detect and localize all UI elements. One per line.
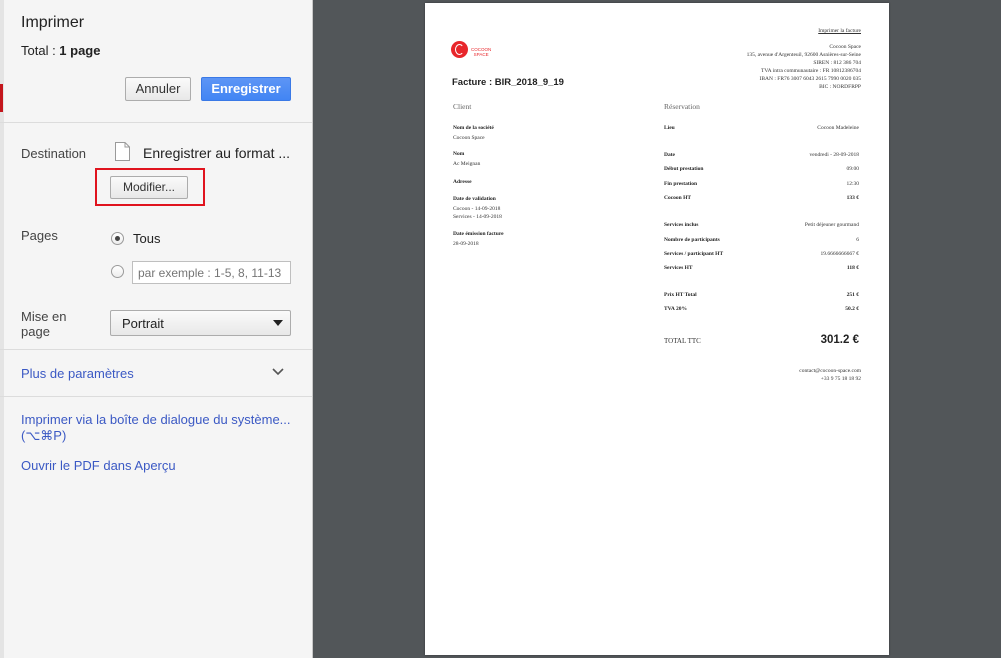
save-button[interactable]: Enregistrer	[201, 77, 291, 101]
cancel-button[interactable]: Annuler	[125, 77, 191, 101]
address-label: Adresse	[453, 179, 472, 185]
divider	[0, 396, 312, 397]
validation-cocoon: Cocoon - 14-09-2018	[453, 206, 501, 212]
reservation-row-value: 19.6666666667 €	[820, 251, 860, 257]
system-dialog-link[interactable]: Imprimer via la boîte de dialogue du sys…	[21, 412, 291, 444]
pages-all-label: Tous	[133, 231, 161, 246]
dialog-title: Imprimer	[21, 14, 85, 31]
contact-email: contact@cocoon-space.com	[799, 368, 861, 374]
layout-label: Mise en page	[21, 309, 67, 339]
more-settings-link[interactable]: Plus de paramètres	[21, 366, 134, 381]
company-line: BIC : NORDFRPP	[819, 84, 861, 90]
reservation-row-label: Fin prestation	[664, 181, 698, 187]
reservation-row-value: Cocoon Madeleine	[817, 125, 859, 131]
reservation-row-value: 12:30	[846, 181, 859, 187]
total-ttc-label: TOTAL TTC	[664, 337, 701, 345]
invoice-preview-page: Imprimer la facture COCOON SPACE Cocoon S…	[425, 3, 889, 655]
reservation-row-value: 251 €	[846, 292, 859, 298]
total-value: 1 page	[59, 43, 101, 58]
reservation-row-value: 09:00	[846, 166, 859, 172]
name-label: Nom	[453, 151, 465, 157]
company-name-value: Cocoon Space	[453, 135, 485, 141]
destination-value: Enregistrer au format ...	[143, 145, 291, 161]
reservation-row-value: 118 €	[846, 265, 859, 271]
company-line: Cocoon Space	[829, 44, 861, 50]
reservation-row-label: Nombre de participants	[664, 237, 720, 243]
reservation-row-value: Petit déjeuner gourmand	[804, 222, 859, 228]
company-line: IBAN : FR76 3007 6043 2615 7990 0020 035	[759, 76, 861, 82]
total-ttc-value: 301.2 €	[820, 334, 859, 346]
reservation-row-label: Services inclus	[664, 222, 699, 228]
pages-custom-radio[interactable]	[111, 265, 124, 278]
layout-select-value: Portrait	[122, 316, 164, 331]
reservation-row-label: TVA 20%	[664, 306, 687, 312]
reservation-row-value: 6	[856, 237, 859, 243]
reservation-heading: Réservation	[664, 102, 700, 111]
print-invoice-link[interactable]: Imprimer la facture	[818, 27, 861, 35]
pages-label: Pages	[21, 228, 58, 243]
company-line: 135, avenue d'Argenteuil, 92600 Asnières…	[746, 52, 861, 58]
contact-phone: +33 9 75 18 18 92	[820, 376, 861, 382]
issue-date-value: 28-09-2018	[453, 241, 479, 247]
issue-date-label: Date émission facture	[453, 231, 504, 237]
pages-all-radio[interactable]	[111, 232, 124, 245]
layout-select[interactable]: Portrait	[110, 310, 291, 336]
cocoon-logo	[451, 41, 468, 58]
logo-text: COCOON SPACE	[471, 47, 492, 57]
dropdown-arrow-icon	[273, 320, 283, 326]
open-pdf-preview-link[interactable]: Ouvrir le PDF dans Aperçu	[21, 458, 176, 473]
highlight-box	[95, 168, 205, 206]
divider	[0, 349, 312, 350]
divider	[0, 122, 312, 123]
client-heading: Client	[453, 102, 472, 111]
total-label: Total :	[21, 43, 60, 58]
destination-label: Destination	[21, 146, 87, 161]
file-icon	[115, 142, 130, 161]
reservation-row-label: Services HT	[664, 265, 693, 271]
reservation-row-value: 133 €	[846, 195, 859, 201]
reservation-row-value: 50.2 €	[845, 306, 859, 312]
invoice-title: Facture : BIR_2018_9_19	[452, 77, 564, 88]
reservation-row-label: Lieu	[664, 125, 675, 131]
reservation-row-label: Début prestation	[664, 166, 704, 172]
company-name-label: Nom de la société	[453, 125, 494, 131]
chevron-down-icon[interactable]	[270, 364, 286, 380]
reservation-row-label: Cocoon HT	[664, 195, 692, 201]
reservation-row-label: Prix HT Total	[664, 292, 697, 298]
window-edge	[0, 0, 4, 658]
name-value: Ac Meignan	[453, 161, 481, 167]
company-line: TVA intra communautaire : FR 10812386704	[761, 68, 861, 74]
reservation-row-label: Date	[664, 152, 675, 158]
validation-services: Services - 14-09-2018	[453, 214, 502, 220]
validation-label: Date de validation	[453, 196, 496, 202]
reservation-row-value: vendredi - 28-09-2018	[809, 152, 860, 158]
print-settings-panel: Imprimer Total : 1 page Annuler Enregist…	[0, 0, 313, 658]
pages-range-input[interactable]	[132, 261, 291, 284]
reservation-row-label: Services / participant HT	[664, 251, 724, 257]
company-line: SIREN : 812 386 704	[813, 60, 861, 66]
page-total: Total : 1 page	[21, 43, 100, 58]
